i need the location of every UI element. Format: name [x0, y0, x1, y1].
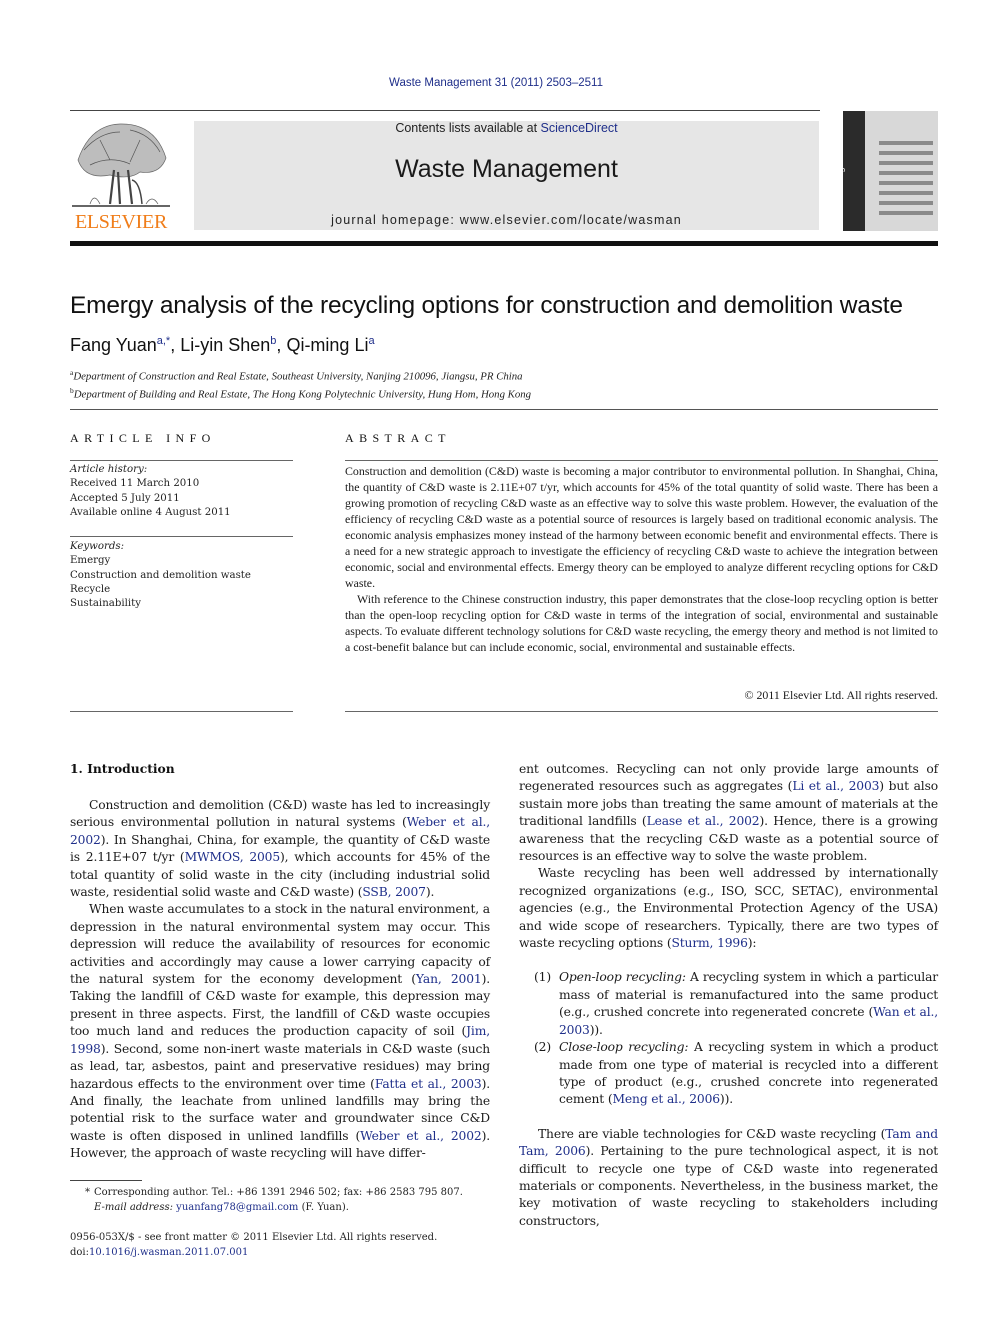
list-item: (1) Open-loop recycling: A recycling syst… [519, 969, 938, 1039]
header-top-rule [70, 110, 820, 111]
section-divider [70, 409, 938, 410]
corresponding-author-footnote: * Corresponding author. Tel.: +86 1391 29… [70, 1186, 510, 1215]
cover-band [879, 141, 933, 145]
email-link[interactable]: yuanfang78@gmail.com [176, 1202, 298, 1213]
abstract-body: Construction and demolition (C&D) waste … [345, 463, 938, 655]
divider [345, 460, 938, 461]
article-info-heading: ARTICLE INFO [70, 431, 216, 445]
contents-line: Contents lists available at ScienceDirec… [194, 121, 819, 135]
list-number: (1) [534, 970, 551, 985]
body-column-left: Construction and demolition (C&D) waste … [70, 797, 490, 1163]
cover-spine: waste management [843, 111, 865, 231]
journal-cover-thumbnail: waste management [843, 111, 938, 231]
article-title: Emergy analysis of the recycling options… [70, 292, 903, 319]
author-affiliation-mark[interactable]: a,* [157, 335, 170, 347]
abstract-copyright: © 2011 Elsevier Ltd. All rights reserved… [744, 688, 938, 702]
divider [345, 711, 938, 712]
doi-link[interactable]: 10.1016/j.wasman.2011.07.001 [89, 1247, 248, 1258]
citation-link[interactable]: Yan, 2001 [416, 972, 482, 986]
body-paragraph: Construction and demolition (C&D) waste … [70, 798, 490, 900]
email-label: E-mail address: [94, 1201, 173, 1213]
author-name[interactable]: Qi-ming Li [286, 335, 368, 355]
body-paragraph: Waste recycling has been well addressed … [519, 866, 938, 951]
section-heading-introduction: 1. Introduction [70, 761, 175, 776]
keyword: Emergy [70, 555, 111, 567]
citation-link[interactable]: SSB, 2007 [362, 885, 426, 899]
issn-line: 0956-053X/$ - see front matter © 2011 El… [70, 1232, 438, 1243]
cover-band [879, 161, 933, 165]
email-suffix: (F. Yuan). [298, 1201, 349, 1213]
journal-masthead: Contents lists available at ScienceDirec… [194, 121, 819, 230]
journal-reference-link[interactable]: Waste Management 31 (2011) 2503–2511 [389, 77, 603, 89]
corresponding-text: Corresponding author. Tel.: +86 1391 294… [94, 1187, 463, 1198]
body-paragraph: There are viable technologies for C&D wa… [519, 1126, 938, 1228]
body-paragraph-continued: ent outcomes. Recycling can not only pro… [519, 762, 938, 864]
citation-link[interactable]: Li et al., 2003 [792, 779, 879, 793]
journal-homepage[interactable]: journal homepage: www.elsevier.com/locat… [194, 213, 819, 227]
affiliation-text: Department of Construction and Real Esta… [73, 370, 523, 383]
citation-link[interactable]: Fatta et al., 2003 [375, 1077, 482, 1091]
citation-link[interactable]: Lease et al., 2002 [647, 814, 760, 828]
history-item: Accepted 5 July 2011 [70, 492, 180, 504]
author-name[interactable]: Li-yin Shen [180, 335, 270, 355]
divider [70, 536, 293, 537]
author-list: Fang Yuana,*, Li-yin Shenb, Qi-ming Lia [70, 335, 375, 355]
body-column-right: ent outcomes. Recycling can not only pro… [519, 761, 938, 1230]
author-name[interactable]: Fang Yuan [70, 335, 157, 355]
header-thick-rule [70, 241, 938, 246]
affiliation-text: Department of Building and Real Estate, … [73, 388, 532, 401]
author-affiliation-mark[interactable]: b [270, 335, 276, 347]
keywords-label: Keywords: [70, 541, 125, 552]
journal-reference[interactable]: Waste Management 31 (2011) 2503–2511 [0, 77, 992, 89]
history-item: Received 11 March 2010 [70, 478, 200, 490]
list-item: (2) Close-loop recycling: A recycling sys… [519, 1039, 938, 1109]
body-paragraph: When waste accumulates to a stock in the… [70, 902, 490, 1161]
keyword: Recycle [70, 583, 111, 595]
abstract-heading: ABSTRACT [345, 431, 451, 445]
affiliation: aDepartment of Construction and Real Est… [70, 366, 531, 384]
citation-link[interactable]: Weber et al., 2002 [360, 1129, 482, 1143]
affiliations: aDepartment of Construction and Real Est… [70, 366, 531, 402]
list-term: Close-loop recycling: [559, 1040, 689, 1055]
divider [70, 711, 293, 712]
list-term: Open-loop recycling: [559, 970, 686, 985]
cover-band [879, 181, 933, 185]
keywords: Keywords: Emergy Construction and demoli… [70, 540, 251, 611]
contents-prefix: Contents lists available at [395, 121, 541, 135]
cover-band [879, 211, 933, 215]
footnote-rule [70, 1180, 142, 1181]
divider [70, 460, 293, 461]
affiliation: bDepartment of Building and Real Estate,… [70, 384, 531, 402]
journal-title: Waste Management [395, 155, 618, 183]
recycling-options-list: (1) Open-loop recycling: A recycling syst… [519, 969, 938, 1108]
elsevier-wordmark: ELSEVIER [74, 211, 168, 233]
front-matter: 0956-053X/$ - see front matter © 2011 El… [70, 1231, 510, 1260]
citation-link[interactable]: Jim, 1998 [70, 1024, 490, 1055]
tree-icon [72, 123, 170, 207]
cover-band [879, 171, 933, 175]
cover-band [879, 191, 933, 195]
citation-link[interactable]: Tam and Tam, 2006 [519, 1127, 938, 1158]
cover-spine-text: waste management [843, 142, 845, 221]
history-item: Available online 4 August 2011 [70, 506, 231, 518]
doi-label: doi: [70, 1246, 89, 1258]
citation-link[interactable]: Meng et al., 2006 [612, 1092, 720, 1106]
keyword: Construction and demolition waste [70, 569, 251, 581]
cover-band [879, 151, 933, 155]
citation-link[interactable]: MWMOS, 2005 [185, 850, 281, 864]
citation-link[interactable]: Weber et al., 2002 [70, 815, 490, 846]
list-number: (2) [534, 1040, 551, 1055]
footnote-star: * [85, 1187, 90, 1198]
cover-band [879, 201, 933, 205]
citation-link[interactable]: Wan et al., 2003 [559, 1005, 938, 1036]
article-history: Article history: Received 11 March 2010 … [70, 463, 231, 520]
citation-link[interactable]: Sturm, 1996 [671, 936, 747, 950]
history-label: Article history: [70, 464, 148, 475]
keyword: Sustainability [70, 598, 141, 610]
author-affiliation-mark[interactable]: a [368, 335, 374, 347]
abstract-paragraph: Construction and demolition (C&D) waste … [345, 464, 938, 590]
abstract-paragraph: With reference to the Chinese constructi… [345, 592, 938, 654]
sciencedirect-link[interactable]: ScienceDirect [541, 121, 618, 135]
